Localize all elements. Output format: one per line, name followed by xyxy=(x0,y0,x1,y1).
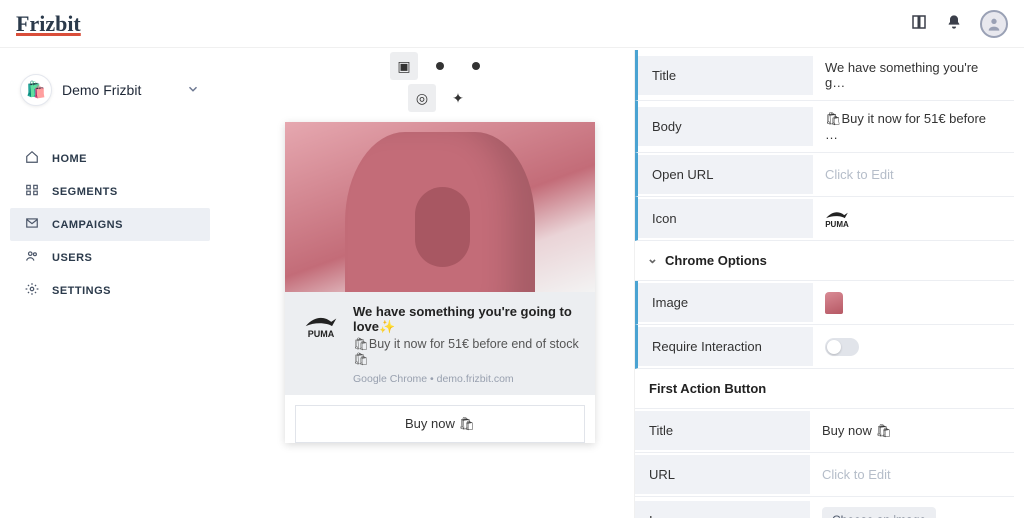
segments-icon xyxy=(24,183,40,200)
notification-preview-card: PUMA We have something you're going to l… xyxy=(285,122,595,443)
brand-icon: PUMA xyxy=(299,304,343,348)
field-action-url[interactable]: URL Click to Edit xyxy=(635,453,1014,497)
config-panel: Title We have something you're g… Body 🛍… xyxy=(634,50,1014,518)
field-value[interactable]: Buy now 🛍 xyxy=(810,413,1014,449)
field-placeholder[interactable]: Click to Edit xyxy=(810,457,1014,492)
campaigns-icon xyxy=(24,216,40,233)
toolbar-app-icon[interactable]: ▣ xyxy=(390,52,418,80)
toolbar-dot-a[interactable] xyxy=(426,52,454,80)
field-label: Require Interaction xyxy=(638,327,813,366)
avatar[interactable] xyxy=(980,10,1008,38)
sidebar-item-label: CAMPAIGNS xyxy=(52,219,123,231)
require-interaction-toggle[interactable] xyxy=(825,338,859,356)
sidebar-item-settings[interactable]: SETTINGS xyxy=(10,274,210,307)
field-label: Icon xyxy=(638,199,813,238)
field-label: Title xyxy=(638,56,813,95)
sidebar-item-segments[interactable]: SEGMENTS xyxy=(10,175,210,208)
site-name: Demo Frizbit xyxy=(62,82,176,98)
home-icon xyxy=(24,150,40,167)
sidebar-item-label: SEGMENTS xyxy=(52,186,118,198)
preview-image xyxy=(285,122,595,292)
product-illustration xyxy=(345,132,535,292)
field-image[interactable]: Image xyxy=(635,281,1014,325)
field-label: Open URL xyxy=(638,155,813,194)
preview-body: PUMA We have something you're going to l… xyxy=(285,292,595,395)
topbar-icons xyxy=(910,10,1008,38)
field-placeholder[interactable]: Click to Edit xyxy=(813,157,1014,192)
toolbar-fire-icon[interactable]: ✦ xyxy=(444,84,472,112)
sidebar-nav: HOME SEGMENTS CAMPAIGNS USERS SETTINGS xyxy=(10,142,210,307)
field-value[interactable]: 🛍Buy it now for 51€ before … xyxy=(813,101,1014,152)
book-icon[interactable] xyxy=(910,13,928,34)
field-action-icon[interactable]: Icon Choose an image xyxy=(635,497,1014,518)
field-action-title[interactable]: Title Buy now 🛍 xyxy=(635,409,1014,453)
sidebar-item-campaigns[interactable]: CAMPAIGNS xyxy=(10,208,210,241)
image-thumbnail xyxy=(825,292,843,314)
field-label: Title xyxy=(635,411,810,450)
preview-body-text: 🛍Buy it now for 51€ before end of stock🛍 xyxy=(353,337,581,367)
site-selector[interactable]: 🛍️ Demo Frizbit xyxy=(10,66,210,114)
sidebar-item-label: SETTINGS xyxy=(52,285,111,297)
brand-label: PUMA xyxy=(308,329,335,339)
field-value: Choose an image xyxy=(810,497,1014,518)
preview-area: ▣ ◎ ✦ PUMA We have something you're goin… xyxy=(260,48,620,518)
field-open-url[interactable]: Open URL Click to Edit xyxy=(635,153,1014,197)
field-value xyxy=(813,328,1014,366)
site-badge-icon: 🛍️ xyxy=(20,74,52,106)
field-value[interactable]: We have something you're g… xyxy=(813,50,1014,100)
preview-meta: Google Chrome • demo.frizbit.com xyxy=(353,373,581,385)
preview-cta-button[interactable]: Buy now 🛍 xyxy=(295,405,585,443)
preview-title: We have something you're going to love✨ xyxy=(353,304,581,335)
topbar: Frizbit xyxy=(0,0,1024,48)
sidebar-item-label: USERS xyxy=(52,252,92,264)
field-label: Body xyxy=(638,107,813,146)
preview-toolbar-row-1: ▣ xyxy=(260,52,620,80)
field-require-interaction[interactable]: Require Interaction xyxy=(635,325,1014,369)
brand-label: PUMA xyxy=(825,220,849,229)
field-label: Icon xyxy=(635,501,810,518)
brand-icon: PUMA xyxy=(825,209,849,229)
gear-icon xyxy=(24,282,40,299)
choose-image-button[interactable]: Choose an image xyxy=(822,507,936,518)
field-icon[interactable]: Icon PUMA xyxy=(635,197,1014,241)
brand-logo[interactable]: Frizbit xyxy=(16,11,81,37)
toolbar-target-icon[interactable]: ◎ xyxy=(408,84,436,112)
field-label: URL xyxy=(635,455,810,494)
section-first-action: First Action Button xyxy=(635,369,1014,409)
sidebar: 🛍️ Demo Frizbit HOME SEGMENTS CAMPAIGNS xyxy=(0,48,220,518)
field-value[interactable]: PUMA xyxy=(813,199,1014,239)
field-label: Image xyxy=(638,283,813,322)
chevron-down-icon xyxy=(186,82,200,99)
preview-toolbar-row-2: ◎ ✦ xyxy=(260,84,620,112)
field-value[interactable] xyxy=(813,282,1014,324)
section-chrome-options[interactable]: Chrome Options xyxy=(635,241,1014,281)
users-icon xyxy=(24,249,40,266)
bell-icon[interactable] xyxy=(946,14,962,33)
field-title[interactable]: Title We have something you're g… xyxy=(635,50,1014,101)
toolbar-dot-b[interactable] xyxy=(462,52,490,80)
sidebar-item-users[interactable]: USERS xyxy=(10,241,210,274)
field-body[interactable]: Body 🛍Buy it now for 51€ before … xyxy=(635,101,1014,153)
sidebar-item-home[interactable]: HOME xyxy=(10,142,210,175)
sidebar-item-label: HOME xyxy=(52,153,87,165)
